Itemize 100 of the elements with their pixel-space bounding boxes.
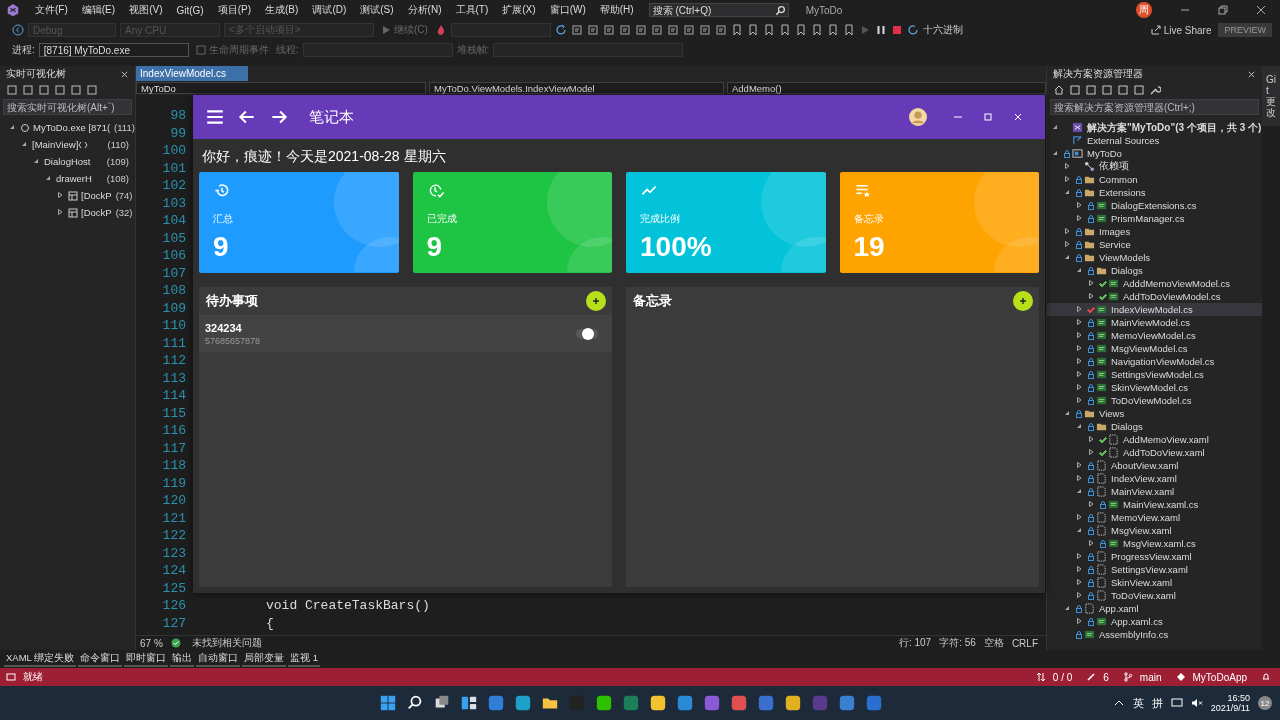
collapsed-arrow-icon[interactable]	[1075, 318, 1083, 326]
collapsed-arrow-icon[interactable]	[1075, 383, 1083, 391]
toolbar-icon[interactable]	[682, 24, 695, 36]
tree-item[interactable]: AdddMemoViewModel.cs	[1047, 277, 1262, 290]
menu-icon[interactable]	[205, 107, 225, 127]
tree-item[interactable]: 依赖项	[1047, 160, 1262, 173]
restart-icon[interactable]	[906, 24, 919, 36]
maximize-icon[interactable]	[983, 112, 993, 122]
bookmark-icon[interactable]	[810, 24, 823, 36]
tree-item[interactable]: Extensions	[1047, 186, 1262, 199]
bookmark-icon[interactable]	[794, 24, 807, 36]
home-icon[interactable]	[1053, 84, 1065, 96]
tree-item[interactable]: MainView.xaml.cs	[1047, 498, 1262, 511]
toolbar-icon[interactable]	[1085, 84, 1097, 96]
code-brackets-icon[interactable]	[78, 139, 89, 150]
pending-changes[interactable]: 6	[1103, 671, 1109, 683]
menu-item[interactable]: 测试(S)	[353, 3, 401, 17]
toolbar-icon[interactable]	[1117, 84, 1129, 96]
restore-icon[interactable]	[1218, 5, 1228, 15]
input-language[interactable]: 英	[1132, 695, 1144, 711]
expanded-arrow-icon[interactable]	[1075, 526, 1083, 534]
collapsed-arrow-icon[interactable]	[1087, 292, 1095, 300]
tree-item[interactable]: AboutView.xaml	[1047, 459, 1262, 472]
input-mode[interactable]: 拼	[1151, 695, 1163, 711]
expanded-arrow-icon[interactable]	[1051, 149, 1059, 157]
bookmark-icon[interactable]	[746, 24, 759, 36]
bookmark-icon[interactable]	[842, 24, 855, 36]
repository-name[interactable]: MyToDoApp	[1192, 671, 1247, 683]
tree-item[interactable]: MemoViewModel.cs	[1047, 329, 1262, 342]
toolbar-icon[interactable]	[586, 24, 599, 36]
tool-window-tab[interactable]: 自动窗口	[196, 651, 241, 667]
expanded-arrow-icon[interactable]	[8, 123, 16, 131]
expanded-arrow-icon[interactable]	[1063, 188, 1071, 196]
toolbar-icon[interactable]	[38, 84, 50, 96]
close-icon[interactable]	[1256, 5, 1266, 15]
bookmark-icon[interactable]	[826, 24, 839, 36]
toolbar-icon[interactable]	[54, 84, 66, 96]
hex-toggle[interactable]: 十六进制	[922, 23, 963, 37]
tool-window-tab[interactable]: 输出	[170, 651, 195, 667]
toolbar-icon[interactable]	[6, 84, 18, 96]
toolbar-icon[interactable]	[22, 84, 34, 96]
refresh-icon[interactable]	[554, 24, 567, 36]
menu-item[interactable]: 窗口(W)	[542, 3, 593, 17]
back-circle-icon[interactable]	[12, 24, 24, 36]
tree-item[interactable]: NavigationViewModel.cs	[1047, 355, 1262, 368]
tree-item[interactable]: MainViewModel.cs	[1047, 316, 1262, 329]
collapsed-arrow-icon[interactable]	[1063, 227, 1071, 235]
toolbar-icon[interactable]	[666, 24, 679, 36]
tree-item[interactable]: Views	[1047, 407, 1262, 420]
menu-item[interactable]: 调试(D)	[305, 3, 354, 17]
search-field[interactable]: 搜索解决方案资源管理器(Ctrl+;)	[1050, 99, 1259, 115]
close-icon[interactable]	[120, 69, 129, 79]
collapsed-arrow-icon[interactable]	[1063, 162, 1071, 170]
toolbar-icon[interactable]	[1101, 84, 1113, 96]
menu-item[interactable]: 分析(N)	[400, 3, 449, 17]
tree-item[interactable]: AddToDoViewModel.cs	[1047, 290, 1262, 303]
tool-window-tab[interactable]: XAML 绑定失败	[4, 651, 77, 667]
indent-indicator[interactable]: 空格	[983, 636, 1004, 650]
collapsed-arrow-icon[interactable]	[1075, 578, 1083, 586]
toolbar-icon[interactable]	[650, 24, 663, 36]
tree-item[interactable]: [MainView] (110)	[0, 136, 135, 153]
add-button[interactable]	[1013, 291, 1033, 311]
avatar-icon[interactable]	[909, 108, 927, 126]
collapsed-arrow-icon[interactable]	[1075, 552, 1083, 560]
collapsed-arrow-icon[interactable]	[1087, 500, 1095, 508]
tree-item[interactable]: IndexViewModel.cs	[1047, 303, 1262, 316]
tree-item[interactable]: PrismManager.cs	[1047, 212, 1262, 225]
tree-item[interactable]: MemoView.xaml	[1047, 511, 1262, 524]
menu-item[interactable]: 文件(F)	[28, 3, 75, 17]
tree-item[interactable]: [DockP (32)	[0, 204, 135, 221]
tree-item[interactable]: MsgView.xaml.cs	[1047, 537, 1262, 550]
zoom-level[interactable]: 67 %	[140, 637, 163, 649]
wrench-icon[interactable]	[1149, 84, 1161, 96]
collapsed-arrow-icon[interactable]	[1087, 435, 1095, 443]
collapsed-arrow-icon[interactable]	[1075, 513, 1083, 521]
expanded-arrow-icon[interactable]	[1063, 253, 1071, 261]
tree-item[interactable]: MsgViewModel.cs	[1047, 342, 1262, 355]
tree-item[interactable]: ViewModels	[1047, 251, 1262, 264]
expanded-arrow-icon[interactable]	[1063, 409, 1071, 417]
toolbar-icon[interactable]	[634, 24, 647, 36]
collapsed-arrow-icon[interactable]	[1075, 474, 1083, 482]
expanded-arrow-icon[interactable]	[1063, 604, 1071, 612]
tree-item[interactable]: Dialogs	[1047, 264, 1262, 277]
tree-item[interactable]: Images	[1047, 225, 1262, 238]
tree-item[interactable]: Common	[1047, 173, 1262, 186]
collapsed-arrow-icon[interactable]	[1075, 331, 1083, 339]
collapsed-arrow-icon[interactable]	[1075, 201, 1083, 209]
tree-item[interactable]: AddMemoView.xaml	[1047, 433, 1262, 446]
class-dropdown[interactable]: MyToDo.ViewModels.IndexViewModel	[429, 82, 724, 94]
app-icon[interactable]	[784, 694, 803, 712]
tree-item[interactable]: AssemblyInfo.cs	[1047, 628, 1262, 641]
editor-tab[interactable]: IndexViewModel.cs	[136, 66, 248, 81]
clock[interactable]: 16:50 2021/9/11	[1210, 693, 1250, 713]
tree-item[interactable]: SkinView.xaml	[1047, 576, 1262, 589]
app-icon[interactable]	[460, 694, 479, 712]
todo-item[interactable]: 324234 57685657878	[199, 315, 612, 352]
speaker-muted-icon[interactable]	[1190, 697, 1203, 709]
collapsed-arrow-icon[interactable]	[1075, 344, 1083, 352]
collapsed-arrow-icon[interactable]	[1087, 279, 1095, 287]
expanded-arrow-icon[interactable]	[44, 174, 52, 182]
